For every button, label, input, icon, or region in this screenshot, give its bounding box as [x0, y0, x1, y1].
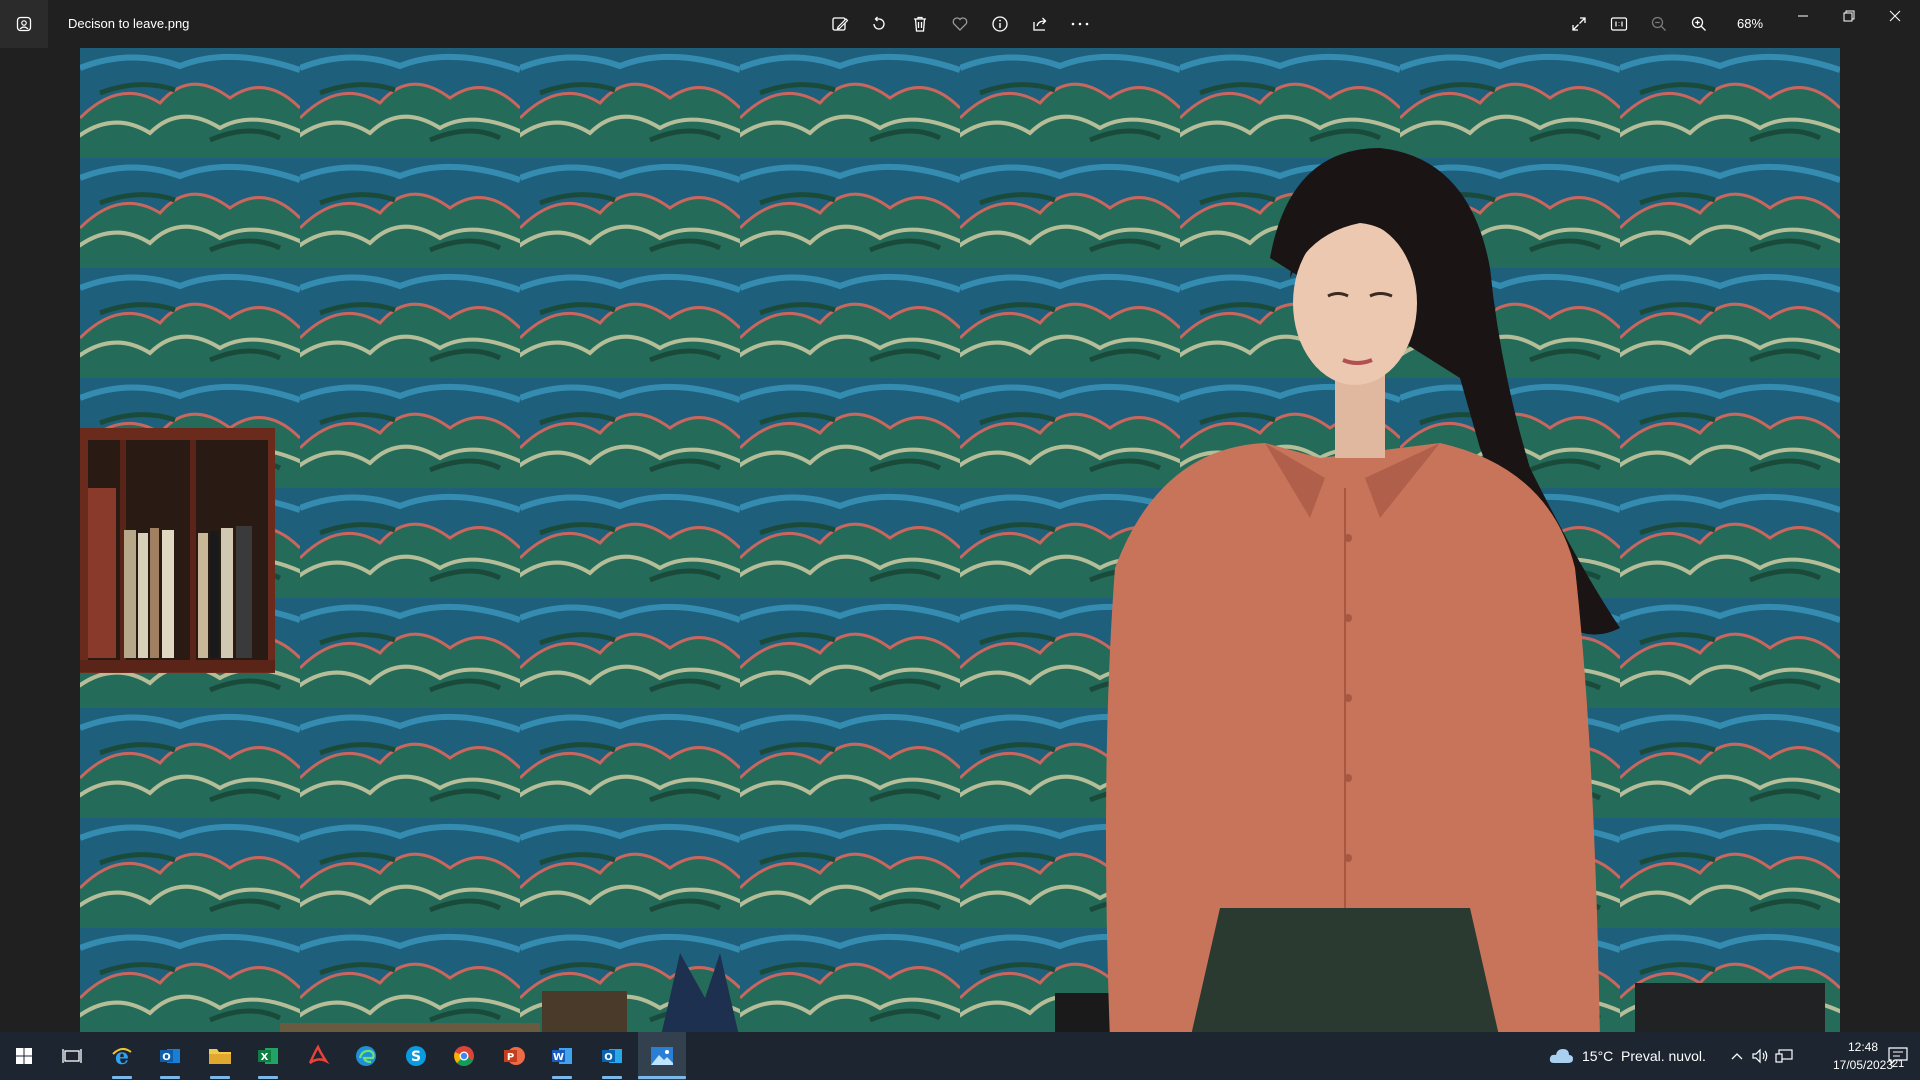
- displayed-photo: [80, 48, 1840, 1040]
- svg-text:X: X: [261, 1052, 269, 1063]
- running-indicator: [638, 1076, 686, 1079]
- actual-size-icon[interactable]: [1603, 8, 1635, 40]
- chevron-up-icon[interactable]: [1725, 1044, 1749, 1068]
- cloud-icon: [1549, 1049, 1573, 1063]
- minimize-icon[interactable]: [1780, 0, 1826, 32]
- running-indicator: [602, 1076, 622, 1079]
- weather-text: 15°C Preval. nuvol.: [1582, 1048, 1706, 1064]
- file-explorer-icon[interactable]: [196, 1032, 244, 1080]
- fullscreen-icon[interactable]: [1563, 8, 1595, 40]
- photos-app-icon[interactable]: [0, 0, 48, 48]
- svg-text:O: O: [162, 1052, 171, 1063]
- word-icon[interactable]: W: [538, 1032, 586, 1080]
- start-icon[interactable]: [0, 1032, 48, 1080]
- acrobat-icon[interactable]: [294, 1032, 342, 1080]
- info-icon[interactable]: [984, 8, 1016, 40]
- powerpoint-icon[interactable]: P: [490, 1032, 538, 1080]
- favorite-icon[interactable]: [944, 8, 976, 40]
- excel-icon[interactable]: X: [244, 1032, 292, 1080]
- rotate-icon[interactable]: [863, 8, 895, 40]
- zoom-level[interactable]: 68%: [1728, 0, 1772, 48]
- title-bar: Decison to leave.png 68%: [0, 0, 1920, 48]
- weather-widget[interactable]: 15°C Preval. nuvol.: [1548, 1032, 1706, 1080]
- close-icon[interactable]: [1872, 0, 1918, 32]
- svg-text:W: W: [553, 1052, 564, 1063]
- task-view-icon[interactable]: [48, 1032, 96, 1080]
- outlook-2-icon[interactable]: O: [588, 1032, 636, 1080]
- outlook-icon[interactable]: O: [146, 1032, 194, 1080]
- restore-icon[interactable]: [1826, 0, 1872, 32]
- running-indicator: [552, 1076, 572, 1079]
- share-icon[interactable]: [1024, 8, 1056, 40]
- network-icon[interactable]: [1772, 1044, 1796, 1068]
- chrome-icon[interactable]: [440, 1032, 488, 1080]
- taskbar: e O X S P W O 15°C Preval. nuvol. 12:48 …: [0, 1032, 1920, 1080]
- zoom-out-icon[interactable]: [1643, 8, 1675, 40]
- photos-icon[interactable]: [638, 1032, 686, 1080]
- notification-count: 21: [1892, 1058, 1905, 1070]
- running-indicator: [258, 1076, 278, 1079]
- svg-text:O: O: [604, 1052, 613, 1063]
- edit-image-icon[interactable]: [824, 8, 856, 40]
- delete-icon[interactable]: [904, 8, 936, 40]
- svg-text:P: P: [507, 1052, 514, 1063]
- running-indicator: [160, 1076, 180, 1079]
- image-canvas[interactable]: [0, 48, 1920, 1040]
- volume-icon[interactable]: [1748, 1044, 1772, 1068]
- file-title: Decison to leave.png: [68, 16, 190, 31]
- edge-icon[interactable]: [342, 1032, 390, 1080]
- skype-icon[interactable]: S: [392, 1032, 440, 1080]
- svg-text:S: S: [411, 1049, 421, 1065]
- svg-text:e: e: [115, 1044, 129, 1068]
- running-indicator: [112, 1076, 132, 1079]
- notification-icon[interactable]: [1878, 1032, 1918, 1080]
- internet-explorer-icon[interactable]: e: [98, 1032, 146, 1080]
- running-indicator: [210, 1076, 230, 1079]
- more-icon[interactable]: [1064, 8, 1096, 40]
- zoom-in-icon[interactable]: [1683, 8, 1715, 40]
